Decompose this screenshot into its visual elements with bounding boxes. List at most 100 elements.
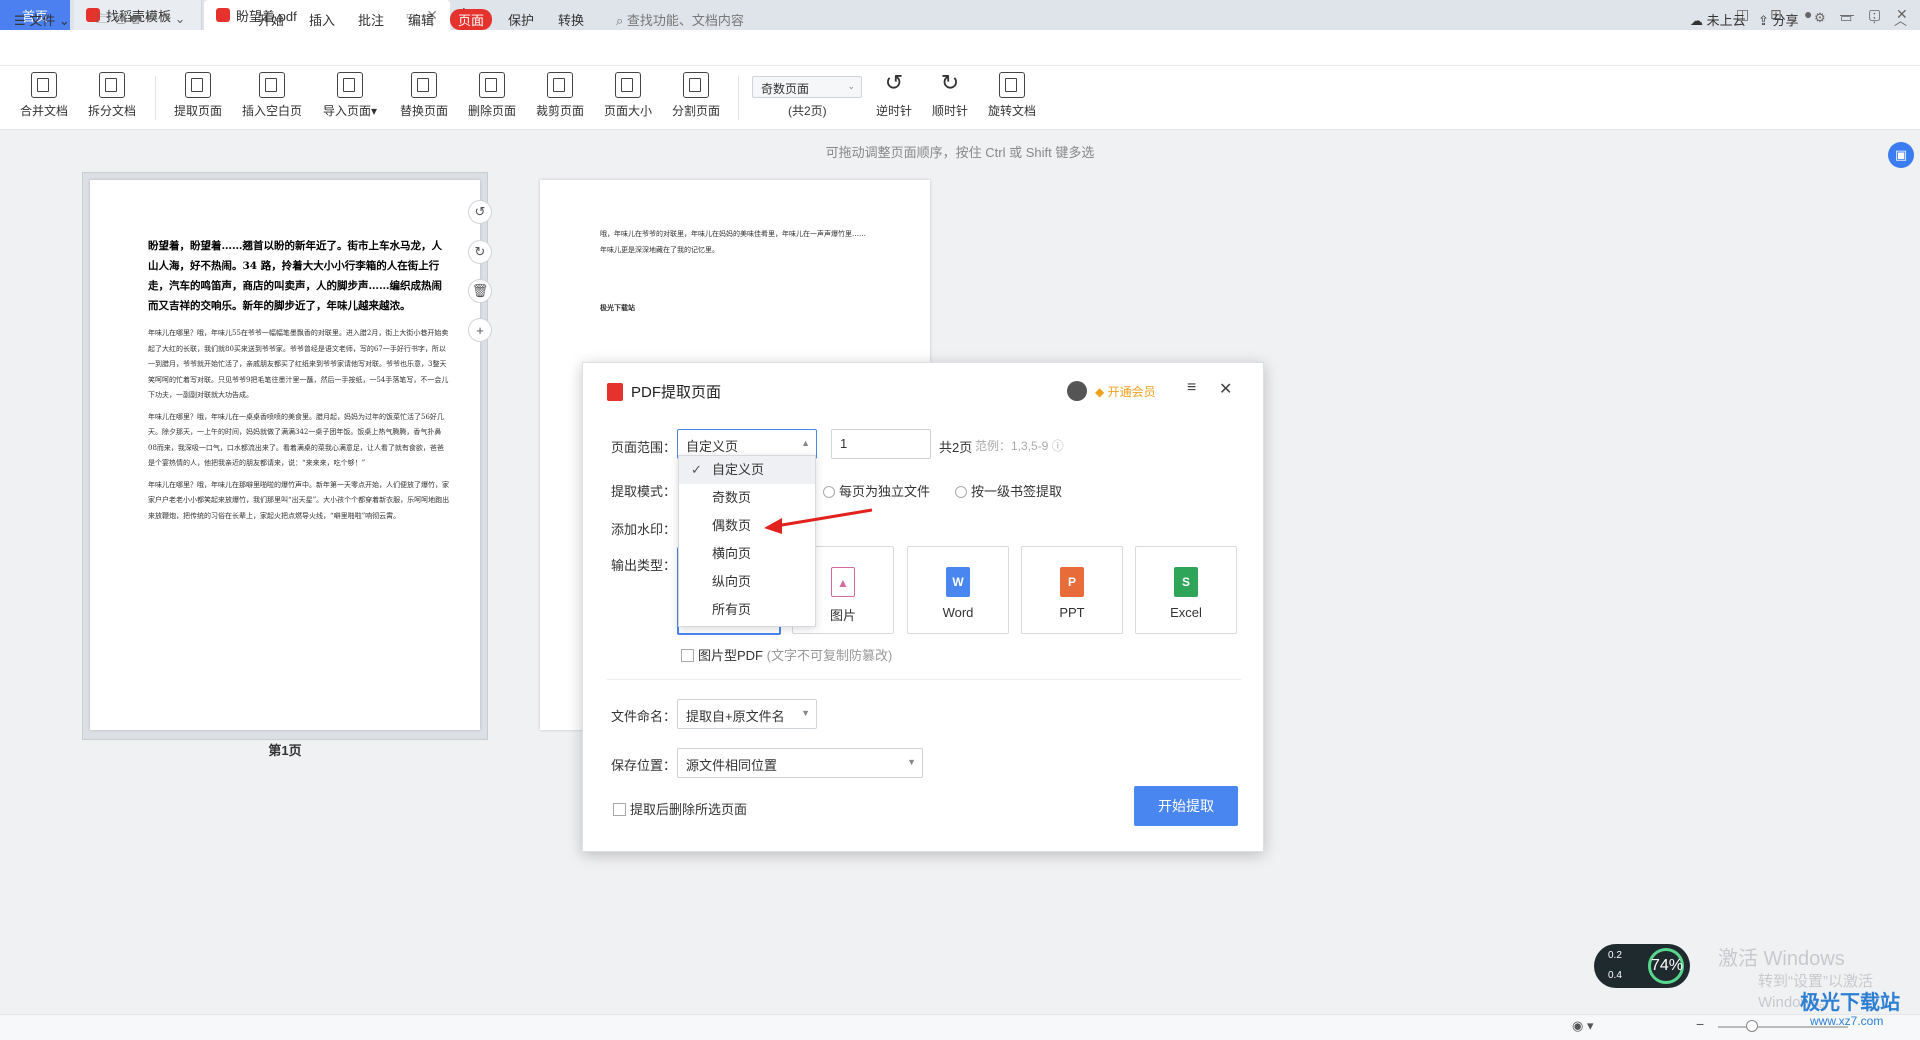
site-url: www.xz7.com xyxy=(1810,1014,1884,1028)
image-file-icon: ▲ xyxy=(831,567,855,597)
extract-pages-button[interactable]: 提取页面 xyxy=(166,70,230,119)
split-docs-button[interactable]: 拆分文档 xyxy=(80,70,144,119)
menu-edit[interactable]: 编辑 xyxy=(408,10,434,29)
rotate-cw-button[interactable]: ↻ 顺时针 xyxy=(918,70,982,119)
option-all[interactable]: 所有页 xyxy=(679,596,815,624)
pdf-icon xyxy=(607,382,623,401)
cpu-percent: 74% xyxy=(1648,948,1684,984)
info-icon[interactable]: ⓘ xyxy=(1052,439,1064,453)
output-ppt-card[interactable]: P PPT xyxy=(1021,546,1123,634)
vip-link[interactable]: ◆ 开通会员 xyxy=(1095,383,1156,400)
menu-icon[interactable]: ≡ xyxy=(1187,379,1196,397)
rotate-ccw-button[interactable]: ↺ 逆时针 xyxy=(862,70,926,119)
output-word-card[interactable]: W Word xyxy=(907,546,1009,634)
delete-page-icon xyxy=(479,72,505,98)
more-icon[interactable]: ⋮ xyxy=(1868,10,1881,26)
page-1-para-1: 年味儿在哪里？哦，年味儿55在爷爷一幅幅笔墨飘香的对联里。进入腊2月，街上大街小… xyxy=(148,329,449,399)
save-location-select[interactable]: 源文件相同位置 ▼ xyxy=(677,748,923,778)
range-input[interactable]: 1 xyxy=(831,429,931,459)
page-1-lead: 盼望着，盼望着……翘首以盼的新年近了。街市上车水马龙，人山人海，好不热闹。34 … xyxy=(148,240,442,312)
menu-insert[interactable]: 插入 xyxy=(309,10,335,29)
menu-bar xyxy=(0,30,1920,66)
option-landscape[interactable]: 横向页 xyxy=(679,540,815,568)
quick-access-icons[interactable]: 🗁 ⎙ 🖶 ↶ ↷ ⌄ xyxy=(96,10,186,32)
mode-bookmark-radio[interactable]: 按一级书签提取 xyxy=(955,481,1062,500)
excel-file-icon: S xyxy=(1174,567,1198,597)
zoom-out-icon[interactable]: − xyxy=(1696,1016,1704,1032)
naming-select[interactable]: 提取自+原文件名 ▼ xyxy=(677,699,817,729)
assistant-icon[interactable]: ▣ xyxy=(1888,142,1914,168)
delete-page-button[interactable]: 删除页面 xyxy=(460,70,524,119)
replace-icon xyxy=(411,72,437,98)
import-icon xyxy=(337,72,363,98)
close-dialog-icon[interactable]: ✕ xyxy=(1219,379,1232,399)
zoom-slider-handle[interactable] xyxy=(1746,1020,1758,1032)
insert-blank-button[interactable]: 插入空白页 xyxy=(238,70,306,119)
site-logo: 极光下载站 xyxy=(1800,992,1900,1014)
search-box[interactable]: ⌕ 查找功能、文档内容 xyxy=(616,10,744,29)
page-1-para-2: 年味儿在哪里？哦，年味儿在一桌桌香喷喷的美食里。腊月起，妈妈为过年的饭菜忙活了5… xyxy=(148,412,444,468)
page-1[interactable]: 盼望着，盼望着……翘首以盼的新年近了。街市上车水马龙，人山人海，好不热闹。34 … xyxy=(90,180,480,730)
file-menu[interactable]: ☰ 文件 ⌄ xyxy=(14,10,70,29)
download-speed: 0.4 xyxy=(1608,970,1622,981)
replace-page-button[interactable]: 替换页面 xyxy=(392,70,456,119)
rotate-cw-icon: ↻ xyxy=(940,70,960,95)
extract-icon xyxy=(185,72,211,98)
delete-after-checkbox[interactable]: 提取后删除所选页面 xyxy=(613,799,747,818)
menu-convert[interactable]: 转换 xyxy=(558,10,584,29)
chevron-down-icon: ▼ xyxy=(801,708,810,718)
blank-page-icon xyxy=(259,72,285,98)
output-label: 输出类型： xyxy=(611,558,677,573)
rotate-doc-icon xyxy=(999,72,1025,98)
share-button[interactable]: ⇪ 分享 xyxy=(1758,10,1799,29)
range-label: 页面范围： xyxy=(611,440,677,455)
range-dropdown: ✓ 自定义页 奇数页 偶数页 横向页 纵向页 所有页 xyxy=(678,455,816,627)
add-page-icon[interactable]: + xyxy=(468,318,492,342)
divider xyxy=(155,76,156,120)
page-size-icon xyxy=(615,72,641,98)
import-pages-button[interactable]: 导入页面▾ xyxy=(316,70,384,119)
feedback-icon[interactable]: ▭ xyxy=(1840,10,1852,26)
crop-page-button[interactable]: 裁剪页面 xyxy=(528,70,592,119)
output-excel-card[interactable]: S Excel xyxy=(1135,546,1237,634)
naming-label: 文件命名： xyxy=(611,709,677,724)
image-pdf-checkbox[interactable]: 图片型PDF (文字不可复制防篡改) xyxy=(681,645,892,664)
page-2-text: 哦，年味儿在爷爷的对联里，年味儿在妈妈的美味佳肴里，年味儿在一声声爆竹里……年味… xyxy=(600,230,866,254)
menu-start[interactable]: 开始 xyxy=(258,10,284,29)
dialog-title: PDF提取页面 xyxy=(607,381,721,402)
avatar[interactable] xyxy=(1067,381,1087,401)
collapse-ribbon-icon[interactable]: ︿ xyxy=(1894,10,1907,29)
pdf-logo-icon xyxy=(216,8,230,22)
avatar[interactable]: ● xyxy=(1804,6,1812,22)
total-pages: 共2页 xyxy=(939,440,973,455)
trash-icon[interactable]: 🗑 xyxy=(468,279,492,303)
chevron-up-icon: ▲ xyxy=(801,438,810,448)
menu-protect[interactable]: 保护 xyxy=(508,10,534,29)
page-filter-select[interactable]: 奇数页面 ⌄ xyxy=(752,76,862,98)
option-portrait[interactable]: 纵向页 xyxy=(679,568,815,596)
status-bar xyxy=(0,1014,1920,1040)
cloud-button[interactable]: ☁ 未上云 xyxy=(1690,10,1746,29)
start-extract-button[interactable]: 开始提取 xyxy=(1134,786,1238,826)
rotate-page-cw-icon[interactable]: ↻ xyxy=(468,240,492,264)
rotate-doc-button[interactable]: 旋转文档 xyxy=(980,70,1044,119)
save-label: 保存位置： xyxy=(611,758,677,773)
page-size-button[interactable]: 页面大小 xyxy=(596,70,660,119)
eye-icon[interactable]: ◉ ▾ xyxy=(1572,1018,1593,1034)
settings-icon[interactable]: ⚙ xyxy=(1814,10,1826,26)
network-speed-widget[interactable]: 0.2 0.4 74% xyxy=(1594,944,1690,988)
rotate-ccw-icon: ↺ xyxy=(884,70,904,95)
annotation-arrow xyxy=(764,508,873,534)
page-count: (共2页) xyxy=(788,104,827,118)
merge-docs-button[interactable]: 合并文档 xyxy=(12,70,76,119)
option-custom[interactable]: ✓ 自定义页 xyxy=(679,456,815,484)
windows-watermark: 激活 Windows xyxy=(1718,948,1845,970)
mode-separate-radio[interactable]: 每页为独立文件 xyxy=(823,481,930,500)
range-example: 范例：1,3,5-9 ⓘ xyxy=(975,439,1064,453)
split-page-button[interactable]: 分割页面 xyxy=(664,70,728,119)
menu-page[interactable]: 页面 xyxy=(450,9,493,30)
rotate-page-ccw-icon[interactable]: ↺ xyxy=(468,200,492,224)
divider xyxy=(607,679,1241,680)
menu-comment[interactable]: 批注 xyxy=(358,10,384,29)
word-file-icon: W xyxy=(946,567,970,597)
